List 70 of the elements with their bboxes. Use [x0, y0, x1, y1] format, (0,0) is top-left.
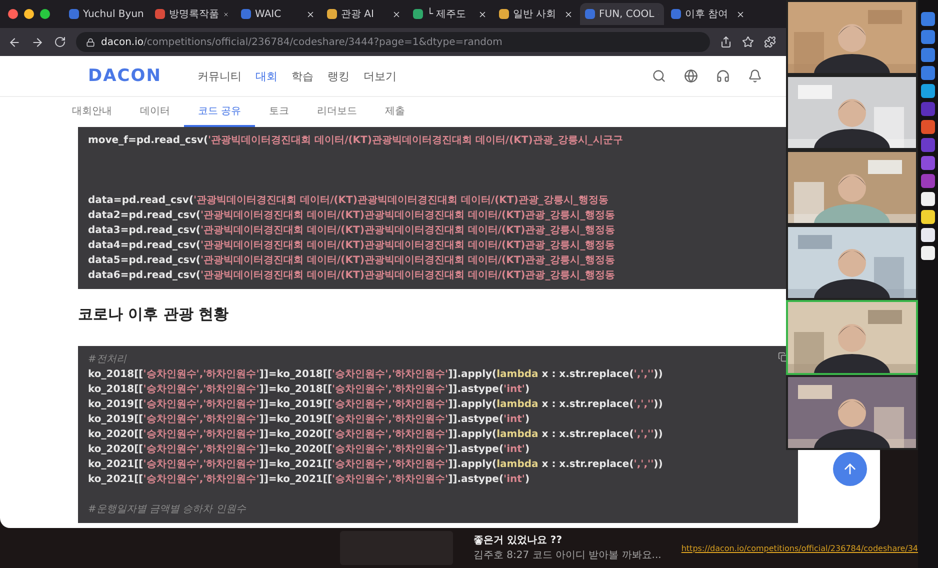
- nav-link[interactable]: 더보기: [363, 68, 396, 84]
- code-comment: #전처리: [88, 353, 126, 367]
- window-close-control[interactable]: [8, 9, 18, 19]
- code-line: ko_2020[['승차인원수','하차인원수']]=ko_2020[['승차인원수','하차인원수']].astype('int'): [88, 443, 530, 457]
- tab-title: FUN, COOL: [599, 8, 654, 20]
- back-icon[interactable]: [8, 36, 21, 48]
- app-icon[interactable]: [921, 246, 935, 260]
- tab-title: 방명록작품: [169, 8, 219, 21]
- section-tab[interactable]: 제출: [371, 97, 420, 127]
- nav-link[interactable]: 학습: [291, 68, 314, 84]
- window-minimize-control[interactable]: [24, 9, 34, 19]
- search-icon[interactable]: [652, 69, 666, 83]
- code-line: ko_2019[['승차인원수','하차인원수']]=ko_2019[['승차인원수','하차인원수']].apply(lambda x : x.str.replace(',','')): [88, 398, 663, 412]
- tab-title: WAIC: [255, 8, 282, 20]
- code-line: ko_2020[['승차인원수','하차인원수']]=ko_2020[['승차인원수','하차인원수']].apply(lambda x : x.str.replace(',','')): [88, 428, 663, 442]
- bookmark-icon[interactable]: [742, 36, 754, 48]
- code-line: ko_2021[['승차인원수','하차인원수']]=ko_2021[['승차인원수','하차인원수']].apply(lambda x : x.str.replace(',','')): [88, 458, 663, 472]
- browser-tab[interactable]: WAIC: [236, 3, 320, 25]
- headphones-icon[interactable]: [716, 69, 730, 83]
- browser-tab[interactable]: 관광 AI: [322, 3, 406, 25]
- nav-link[interactable]: 커뮤니티: [197, 68, 242, 84]
- code-line: ko_2018[['승차인원수','하차인원수']]=ko_2018[['승차인원수','하차인원수']].astype('int'): [88, 383, 530, 397]
- code-line: data6=pd.read_csv('관광빅데이터경진대회 데이터/(KT)관광빅데이터경진대회 데이터/(KT)관광_강릉시_행정동: [88, 269, 616, 283]
- section-tab[interactable]: 토크: [255, 97, 304, 127]
- reload-icon[interactable]: [54, 36, 66, 48]
- tab-title: 일반 사회: [513, 8, 558, 21]
- arrow-up-icon: [842, 461, 858, 477]
- code-line: ko_2019[['승차인원수','하차인원수']]=ko_2019[['승차인원수','하차인원수']].astype('int'): [88, 413, 530, 427]
- globe-icon[interactable]: [684, 69, 698, 83]
- section-tab[interactable]: 리더보드: [303, 97, 372, 127]
- nav-link[interactable]: 대회: [255, 68, 278, 84]
- tab-title: 관광 AI: [341, 8, 375, 21]
- address-field[interactable]: dacon.io/competitions/official/236784/codeshare/3444?page=1&dtype=random: [76, 32, 710, 52]
- bell-icon[interactable]: [748, 69, 762, 83]
- code-line: ko_2018[['승차인원수','하차인원수']]=ko_2018[['승차인원수','하차인원수']].apply(lambda x : x.str.replace(',','')): [88, 368, 663, 382]
- code-line: move_f=pd.read_csv('관광빅데이터경진대회 데이터/(KT)관광빅데이터경진대회 데이터/(KT)관광_강릉시_시군구: [88, 134, 623, 148]
- browser-tab[interactable]: FUN, COOL: [580, 3, 664, 25]
- extensions-icon[interactable]: [764, 36, 776, 48]
- chat-link[interactable]: https://dacon.io/competitions/official/236784/codeshare/34: [681, 544, 918, 552]
- tab-title: Yuchul Byun: [83, 8, 144, 20]
- copy-icon[interactable]: [778, 352, 788, 362]
- browser-tab[interactable]: 방명록작품: [150, 3, 234, 25]
- code-line: ko_2021[['승차인원수','하차인원수']]=ko_2021[['승차인원수','하차인원수']].astype('int'): [88, 473, 530, 487]
- section-tab[interactable]: 데이터: [126, 97, 184, 127]
- code-line: data2=pd.read_csv('관광빅데이터경진대회 데이터/(KT)관광빅데이터경진대회 데이터/(KT)관광_강릉시_행정동: [88, 209, 616, 223]
- nav-link[interactable]: 랭킹: [327, 68, 350, 84]
- code-comment: #운행일자별 금액별 승하차 인원수: [88, 503, 246, 517]
- share-icon[interactable]: [720, 36, 732, 48]
- site-logo[interactable]: DACON: [88, 66, 162, 86]
- url-text: dacon.io/competitions/official/236784/codeshare/3444?page=1&dtype=random: [101, 36, 502, 48]
- browser-tab[interactable]: 이후 참여: [666, 3, 750, 25]
- forward-icon[interactable]: [31, 36, 44, 48]
- app-icon[interactable]: [921, 228, 935, 242]
- code-line: data3=pd.read_csv('관광빅데이터경진대회 데이터/(KT)관광빅데이터경진대회 데이터/(KT)관광_강릉시_행정동: [88, 224, 616, 238]
- lock-icon: [86, 38, 95, 46]
- code-line: data5=pd.read_csv('관광빅데이터경진대회 데이터/(KT)관광빅데이터경진대회 데이터/(KT)관광_강릉시_행정동: [88, 254, 616, 268]
- app-icon[interactable]: [921, 192, 935, 206]
- tab-title: 이후 참여: [685, 8, 730, 21]
- chat-meta: 김주호 8:27 코드 아이디 받아볼 까봐요...: [473, 549, 662, 562]
- tab-title: └ 제주도: [427, 7, 468, 21]
- browser-tab[interactable]: └ 제주도: [408, 3, 492, 25]
- code-line: data4=pd.read_csv('관광빅데이터경진대회 데이터/(KT)관광빅데이터경진대회 데이터/(KT)관광_강릉시_행정동: [88, 239, 616, 253]
- section-heading: 코로나 이후 관광 현황: [78, 304, 230, 325]
- code-line: data=pd.read_csv('관광빅데이터경진대회 데이터/(KT)관광빅데이터경진대회 데이터/(KT)관광_강릉시_행정동: [88, 194, 608, 208]
- chat-message: 좋은거 있었나요 ??: [473, 534, 562, 547]
- app-icon[interactable]: [921, 84, 935, 98]
- browser-tab[interactable]: 일반 사회: [494, 3, 578, 25]
- section-tab[interactable]: 대회안내: [58, 97, 126, 127]
- app-icon[interactable]: [921, 210, 935, 224]
- window-zoom-control[interactable]: [40, 9, 50, 19]
